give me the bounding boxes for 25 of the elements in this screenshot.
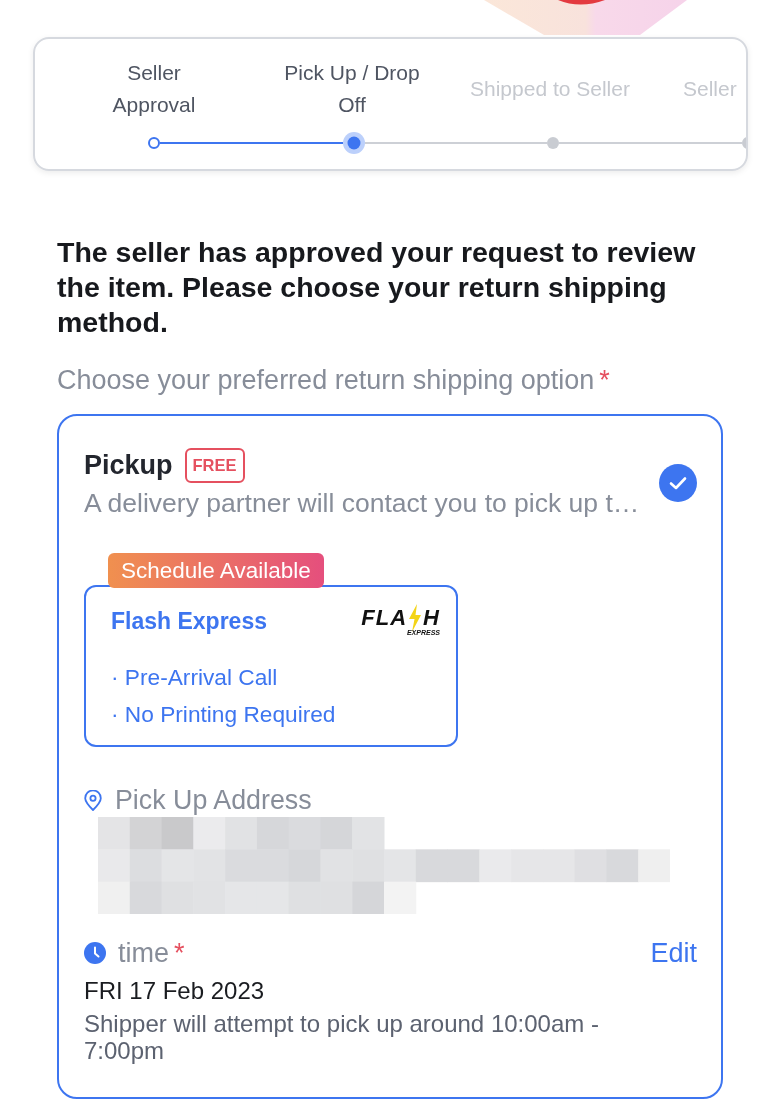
pickup-time-note: Shipper will attempt to pick up around 10:00am - 7:00pm xyxy=(84,1010,600,1064)
free-badge: FREE xyxy=(184,448,245,483)
step-label: Pick Up / Drop Off xyxy=(284,60,420,118)
address-label: Pick Up Address xyxy=(115,785,312,815)
lightning-bolt-icon xyxy=(408,604,423,632)
option-card[interactable] xyxy=(57,414,723,1099)
instruction-heading: The seller has approved your request to review the item. Please choose your return shipping method. xyxy=(57,235,697,340)
courier-feature: · No Printing Required xyxy=(111,700,336,729)
time-label: time * xyxy=(118,938,185,968)
schedule-tag: Schedule Available xyxy=(108,553,324,588)
logo-text: FLA xyxy=(361,606,408,630)
shipping-option-prompt: Choose your preferred return shipping option * xyxy=(57,365,610,395)
check-icon[interactable] xyxy=(659,464,697,502)
pickup-date: FRI 17 Feb 2023 xyxy=(84,976,265,1006)
step-label: Seller Approval xyxy=(112,60,196,118)
clock-icon xyxy=(84,942,106,964)
edit-link[interactable]: Edit xyxy=(650,938,697,968)
courier-feature: · Pre-Arrival Call xyxy=(111,663,278,692)
option-description: A delivery partner will contact you to pick up t… xyxy=(84,488,640,518)
location-pin-icon xyxy=(84,789,102,811)
step-label: Shipped to Seller xyxy=(470,76,630,102)
logo-text: H xyxy=(423,606,440,630)
courier-name: Flash Express xyxy=(111,606,267,636)
option-title: Pickup xyxy=(84,449,173,482)
step-label: Seller xyxy=(683,76,737,102)
